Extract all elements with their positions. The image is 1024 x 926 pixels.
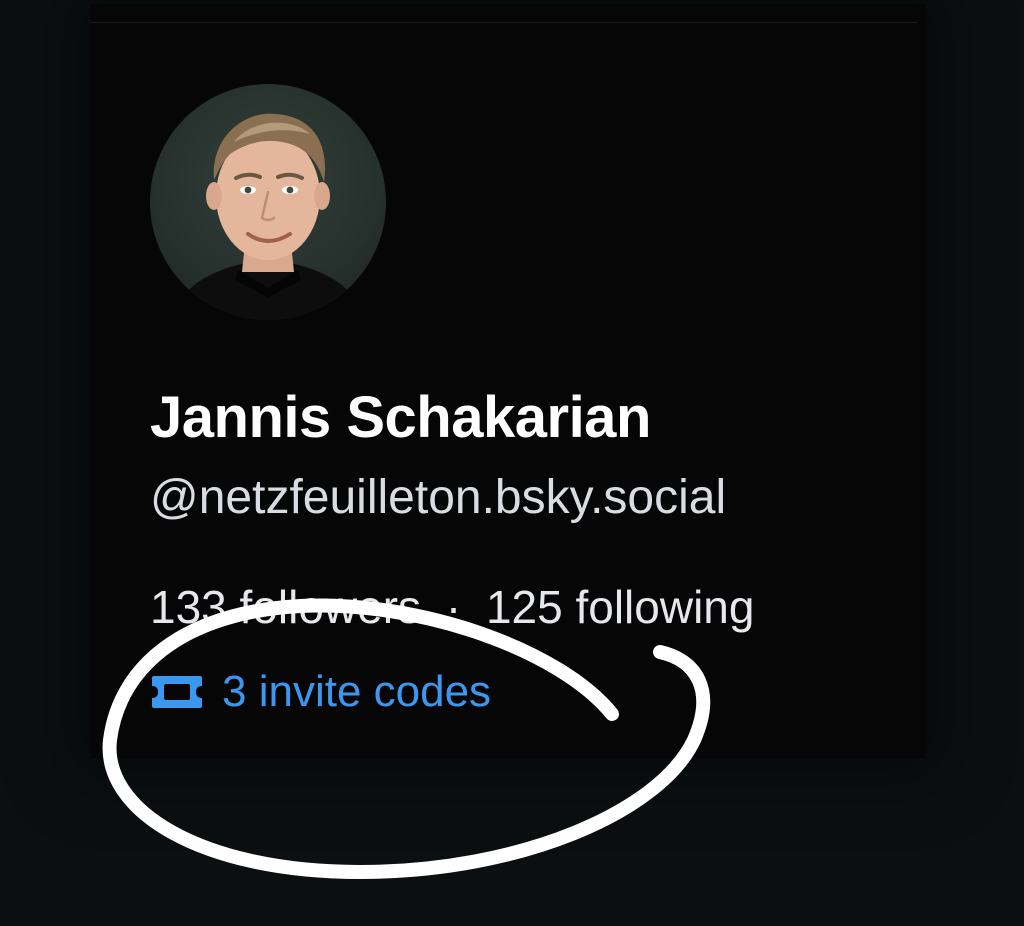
stats-separator: · xyxy=(445,581,462,633)
invite-codes-label: 3 invite codes xyxy=(222,667,492,716)
followers-label[interactable]: followers xyxy=(240,581,422,633)
avatar[interactable] xyxy=(150,84,386,320)
following-count[interactable]: 125 xyxy=(486,581,563,633)
invite-codes-button[interactable]: 3 invite codes xyxy=(150,664,491,720)
card-top-divider xyxy=(90,22,918,23)
ticket-icon xyxy=(152,676,202,708)
profile-handle: @netzfeuilleton.bsky.social xyxy=(150,471,727,524)
screenshot-stage: Jannis Schakarian @netzfeuilleton.bsky.s… xyxy=(0,0,1024,926)
followers-count[interactable]: 133 xyxy=(150,581,227,633)
follow-stats: 133 followers · 125 following xyxy=(150,580,754,634)
avatar-portrait-image xyxy=(170,113,366,320)
display-name: Jannis Schakarian xyxy=(150,385,651,450)
following-label[interactable]: following xyxy=(575,581,754,633)
